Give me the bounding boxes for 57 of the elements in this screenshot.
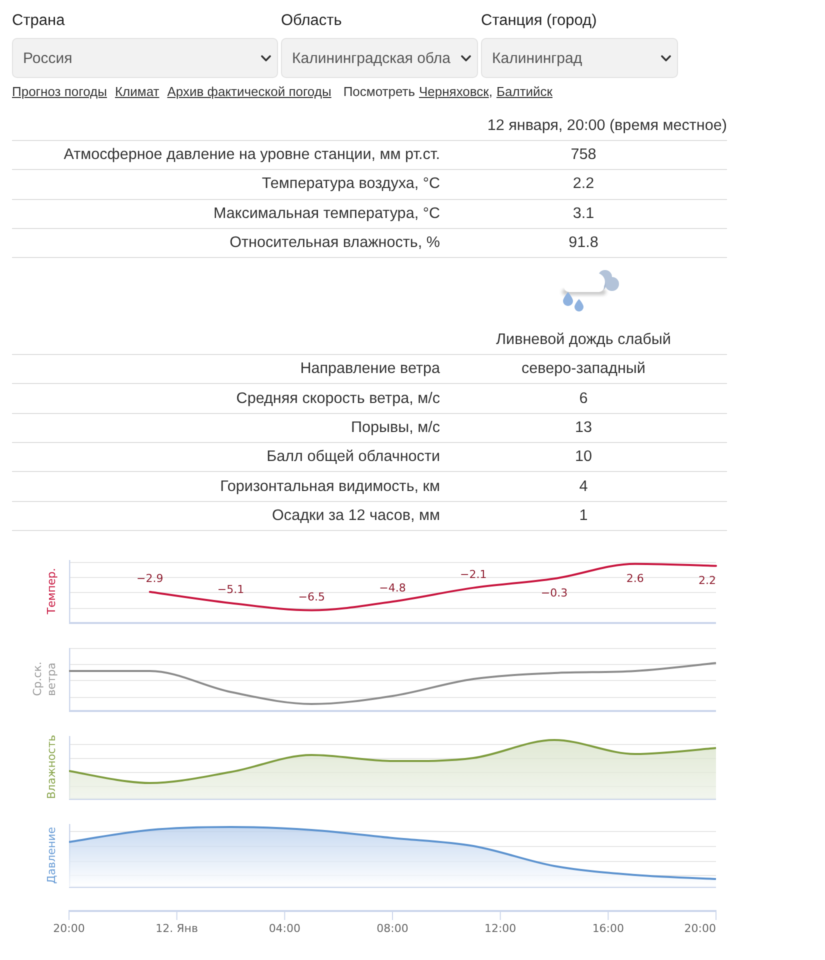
- row-label: Балл общей облачности: [266, 448, 440, 466]
- row-label: Горизонтальная видимость, км: [220, 478, 440, 496]
- axis-tick-label: 20:00: [684, 922, 716, 935]
- axis-tick-label: 12. Янв: [156, 922, 198, 935]
- row-value: 1: [579, 506, 588, 525]
- nav-link[interactable]: Прогноз погоды: [12, 84, 107, 100]
- axis-title: Ср.ск. ветра: [31, 660, 59, 698]
- axis-title: Давление: [45, 826, 59, 884]
- chevron-down-icon: [461, 54, 471, 62]
- separator-text: ,: [488, 84, 492, 100]
- axis-title: Темпер.: [45, 568, 59, 614]
- see-also-label: Посмотреть: [343, 84, 415, 100]
- axis-tick-label: 16:00: [592, 922, 624, 935]
- row-value: 758: [570, 146, 596, 164]
- row-label: Относительная влажность, %: [230, 234, 440, 252]
- row-value: 10: [574, 448, 592, 466]
- observation-time: 12 января, 20:00 (время местное): [487, 117, 727, 135]
- row-value: 2.2: [572, 175, 594, 194]
- data-label: 2.2: [698, 574, 716, 587]
- field-label: Станция (город): [481, 12, 597, 30]
- axis-tick-label: 20:00: [53, 922, 85, 935]
- row-label: Атмосферное давление на уровне станции, мм рт.ст.: [64, 146, 440, 164]
- chevron-down-icon: [261, 54, 271, 62]
- data-label: −2.9: [136, 572, 164, 585]
- nav-link[interactable]: Климат: [114, 84, 160, 100]
- row-value: 6: [579, 390, 588, 408]
- nav-link[interactable]: Балтийск: [496, 84, 552, 100]
- dropdown-select[interactable]: Калининград: [481, 38, 678, 78]
- field-label: Область: [281, 12, 342, 30]
- data-label: −0.3: [540, 586, 568, 600]
- dropdown-select[interactable]: Калининградская обла: [281, 38, 478, 78]
- row-label: Осадки за 12 часов, мм: [272, 506, 440, 525]
- chevron-down-icon: [661, 54, 671, 62]
- dropdown-select[interactable]: Россия: [12, 38, 278, 78]
- nav-link[interactable]: Архив фактической погоды: [167, 84, 332, 100]
- axis-tick-label: 12:00: [484, 922, 516, 935]
- data-label: −6.5: [298, 590, 325, 604]
- row-label: Максимальная температура, °C: [213, 204, 440, 223]
- axis-title: Влажность: [45, 734, 59, 799]
- row-label: Средняя скорость ветра, м/с: [236, 390, 440, 408]
- row-value: 91.8: [568, 234, 598, 252]
- field-label: Страна: [12, 12, 65, 30]
- data-label: 2.6: [626, 572, 644, 585]
- row-value: северо-западный: [522, 360, 646, 378]
- data-label: −4.8: [379, 582, 406, 595]
- row-value: 4: [579, 478, 588, 496]
- row-label: Порывы, м/с: [350, 418, 440, 437]
- axis-tick-label: 04:00: [268, 922, 301, 935]
- axis-tick-label: 08:00: [376, 922, 408, 935]
- nav-link[interactable]: Черняховск: [418, 84, 489, 100]
- data-label: −5.1: [217, 583, 244, 596]
- row-value: 3.1: [572, 204, 594, 223]
- row-label: Направление ветра: [300, 360, 440, 378]
- row-value: 13: [574, 418, 592, 437]
- data-label: −2.1: [460, 568, 487, 581]
- weather-description: Ливневой дождь слабый: [496, 331, 671, 348]
- row-label: Температура воздуха, °C: [262, 175, 440, 194]
